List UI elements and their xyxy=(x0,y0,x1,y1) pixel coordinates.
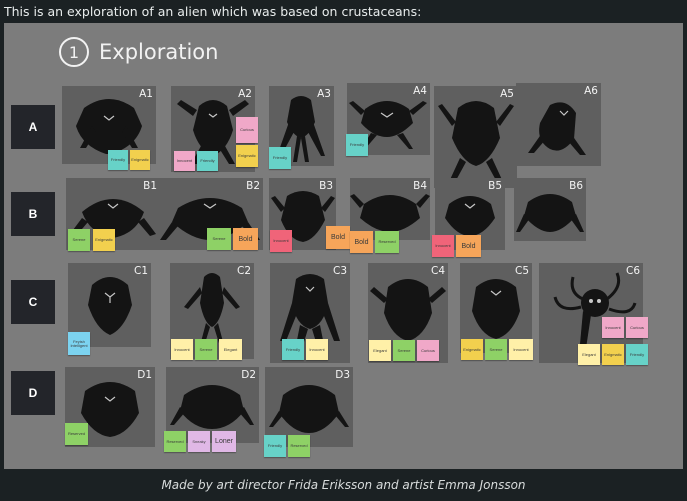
card-label: C3 xyxy=(332,265,347,277)
card-label: B2 xyxy=(246,180,260,192)
tag-sticky: Elegant xyxy=(219,339,242,360)
tag-sticky: Enigmatic xyxy=(602,344,624,365)
card-label: D2 xyxy=(241,369,256,381)
card-label: C2 xyxy=(236,265,251,277)
card-label: A2 xyxy=(238,88,252,100)
card-label: D1 xyxy=(137,369,152,381)
tag-sticky: Loner xyxy=(212,431,236,452)
concept-card-a5: A5 xyxy=(434,86,517,188)
tag-sticky: Serene xyxy=(485,339,507,360)
tag-sticky: Enigmatic xyxy=(130,150,150,170)
tag-sticky: Enigmatic xyxy=(93,229,115,251)
concept-card-a6: A6 xyxy=(516,83,601,166)
tag-sticky: Curious xyxy=(417,340,439,361)
card-label: B3 xyxy=(319,180,333,192)
tag-sticky: Serene xyxy=(207,228,231,250)
tag-sticky: Friendly xyxy=(626,344,648,365)
tag-sticky: Innocent xyxy=(509,339,533,360)
tag-sticky: Friendly xyxy=(269,147,291,169)
row-label-d: D xyxy=(11,371,55,415)
row-label-b: B xyxy=(11,192,55,236)
image-caption: Made by art director Frida Eriksson and … xyxy=(161,478,526,492)
card-label: A5 xyxy=(500,88,514,100)
tag-sticky: Reserved xyxy=(375,231,399,253)
tag-sticky: Innocent xyxy=(171,339,193,360)
tag-sticky: Friendly xyxy=(108,150,128,170)
tag-sticky: Innocent xyxy=(602,317,624,338)
section-title: Exploration xyxy=(99,40,219,64)
tag-sticky: Friendly xyxy=(197,151,218,171)
intro-text: This is an exploration of an alien which… xyxy=(4,4,422,19)
tag-sticky: Innocent xyxy=(432,235,454,257)
tag-sticky: Bold xyxy=(326,226,350,249)
tag-sticky: Curious xyxy=(626,317,648,338)
tag-sticky: Reserved xyxy=(65,423,88,445)
card-label: C5 xyxy=(514,265,529,277)
tag-sticky: Innocent xyxy=(174,151,195,171)
tag-sticky: Elegant xyxy=(578,344,600,365)
tag-sticky: Serene xyxy=(195,339,217,360)
card-label: A6 xyxy=(584,85,598,97)
card-label: C6 xyxy=(625,265,640,277)
tag-sticky: Curious xyxy=(236,117,258,143)
tag-sticky: Bold xyxy=(233,228,258,250)
tag-sticky: Enigmatic xyxy=(461,339,483,360)
exploration-board: 1 Exploration A B C D A1 A2 A3 A4 A5 A6 … xyxy=(4,23,683,469)
tag-sticky: Friendly xyxy=(264,435,286,457)
section-number-badge: 1 xyxy=(59,37,89,67)
tag-sticky: Elegant xyxy=(369,340,391,361)
tag-sticky: Friendly xyxy=(282,339,304,360)
card-label: B5 xyxy=(488,180,502,192)
card-label: B1 xyxy=(143,180,157,192)
tag-sticky: Sneaky xyxy=(188,431,210,452)
creature-silhouette xyxy=(438,101,514,184)
card-label: B6 xyxy=(569,180,583,192)
concept-card-b6: B6 xyxy=(514,178,586,241)
tag-sticky: Reserved xyxy=(164,431,186,452)
tag-sticky: Bold xyxy=(456,235,481,257)
card-label: C4 xyxy=(430,265,445,277)
row-label-c: C xyxy=(11,280,55,324)
tag-sticky: Bold xyxy=(350,231,373,253)
card-label: A1 xyxy=(139,88,153,100)
tag-sticky: Innocent xyxy=(270,230,292,252)
card-label: A3 xyxy=(317,88,331,100)
tag-sticky: Serene xyxy=(68,229,90,251)
tag-sticky: Friendly xyxy=(346,134,368,156)
tag-sticky: Enigmatic xyxy=(236,145,258,167)
row-label-a: A xyxy=(11,105,55,149)
card-label: D3 xyxy=(335,369,350,381)
section-heading: 1 Exploration xyxy=(59,37,218,67)
card-label: A4 xyxy=(413,85,427,97)
tag-sticky: Feyish Intelligent xyxy=(68,332,90,355)
tag-sticky: Serene xyxy=(393,340,415,361)
tag-sticky: Reserved xyxy=(288,435,310,457)
card-label: C1 xyxy=(133,265,148,277)
tag-sticky: Innocent xyxy=(306,339,328,360)
card-label: B4 xyxy=(413,180,427,192)
